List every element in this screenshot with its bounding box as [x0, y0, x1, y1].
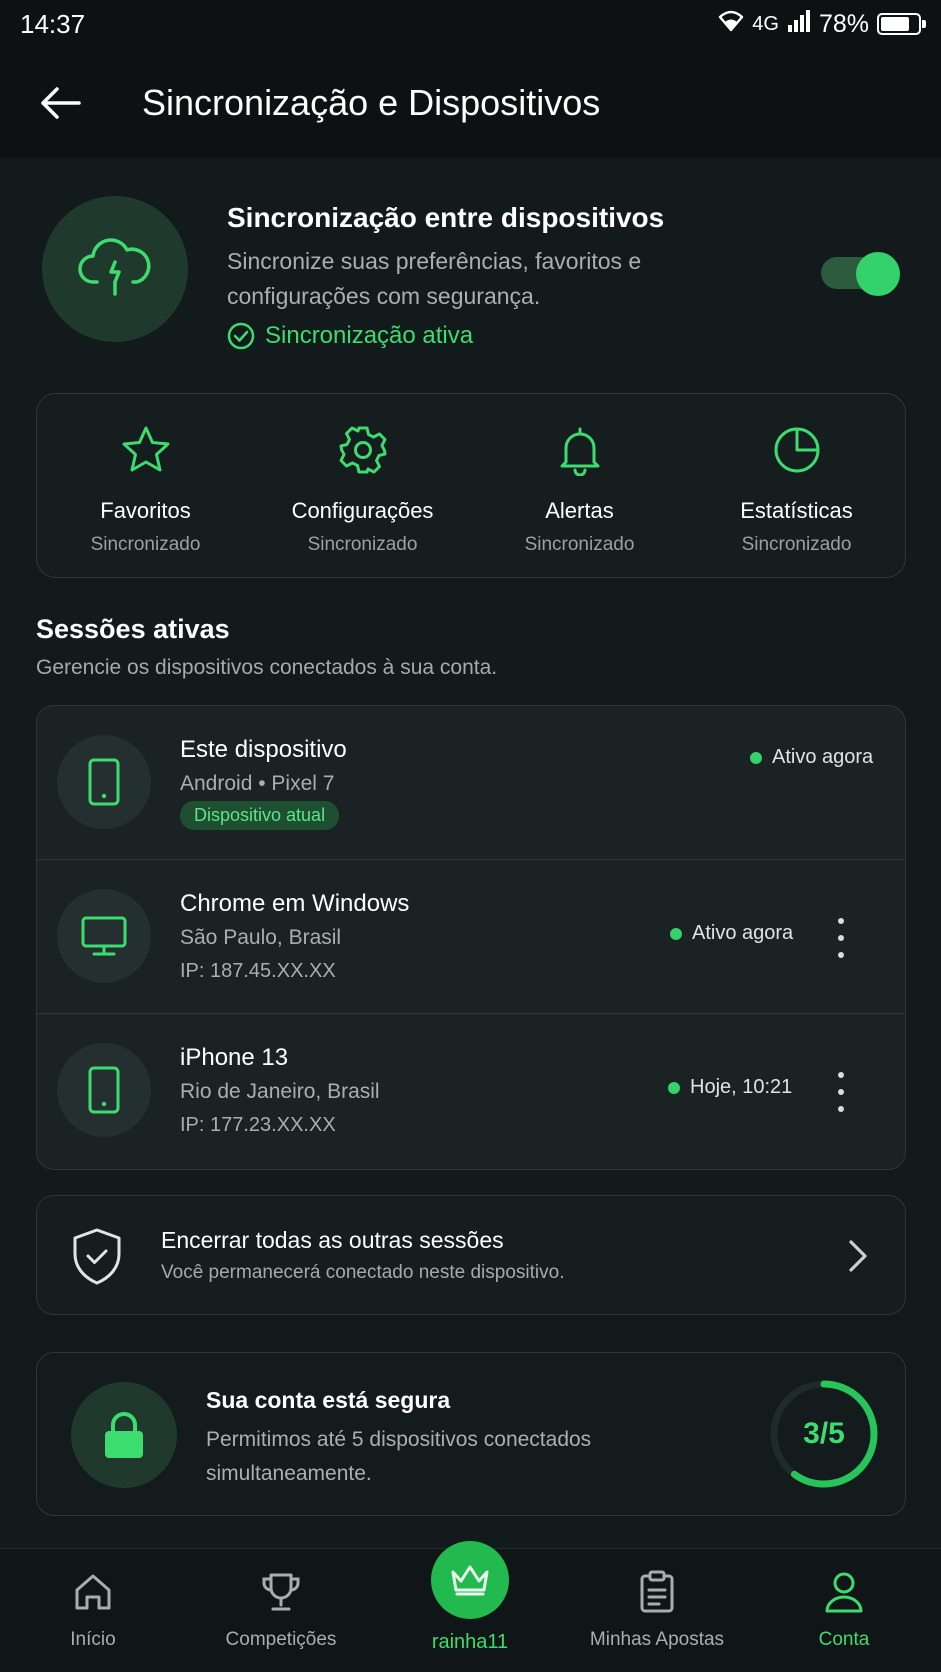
- chevron-right-icon: [849, 1240, 867, 1272]
- category-name: Configurações: [291, 498, 434, 523]
- device-name: Chrome em Windows: [180, 890, 410, 917]
- bottom-navigation: Início Competições rainha11 Minhas Apost…: [0, 1541, 941, 1672]
- clipboard-icon: [634, 1569, 680, 1615]
- toggle-knob: [856, 252, 900, 296]
- device-status-label: Ativo agora: [772, 746, 874, 768]
- wifi-icon: [718, 9, 744, 40]
- sync-title: Sincronização entre dispositivos: [227, 202, 665, 233]
- smartphone-icon: [88, 1066, 120, 1114]
- device-status: Hoje, 10:21: [668, 1076, 792, 1099]
- category-name: Alertas: [545, 498, 614, 523]
- sync-description: Sincronize suas preferências, favoritos …: [227, 248, 642, 309]
- current-device-badge: Dispositivo atual: [180, 801, 340, 830]
- security-title: Sua conta está segura: [206, 1387, 451, 1413]
- device-avatar: [57, 889, 151, 983]
- nav-item-conta[interactable]: Conta: [754, 1549, 934, 1672]
- end-other-sessions-button[interactable]: Encerrar todas as outras sessões Você pe…: [36, 1195, 906, 1315]
- device-name: Este dispositivo: [180, 736, 347, 763]
- device-name: iPhone 13: [180, 1044, 289, 1071]
- nav-label: Minhas Apostas: [589, 1629, 725, 1650]
- category-name: Favoritos: [100, 498, 191, 523]
- category-status: Sincronizado: [524, 534, 635, 555]
- device-status-label: Ativo agora: [692, 922, 794, 944]
- sessions-subtitle: Gerencie os dispositivos conectados à su…: [36, 656, 498, 679]
- shield-check-icon: [73, 1228, 121, 1285]
- category-alertas[interactable]: Alertas Sincronizado: [471, 394, 688, 577]
- category-status: Sincronizado: [307, 534, 418, 555]
- trophy-icon: [258, 1569, 304, 1615]
- device-ip: IP: 177.23.XX.XX: [180, 1114, 336, 1136]
- end-sessions-title: Encerrar todas as outras sessões: [161, 1227, 504, 1253]
- end-sessions-subtitle: Você permanecerá conectado neste disposi…: [161, 1262, 565, 1283]
- status-dot: [750, 751, 762, 764]
- sync-status: Sincronização ativa: [227, 322, 473, 350]
- monitor-icon: [81, 916, 127, 956]
- sync-toggle[interactable]: [821, 252, 901, 296]
- gear-icon: [335, 422, 391, 478]
- device-status: Ativo agora: [750, 746, 873, 769]
- device-detail: Android • Pixel 7: [180, 772, 335, 795]
- nav-label: Início: [70, 1629, 116, 1650]
- arrow-left-icon: [41, 87, 81, 119]
- status-bar: 14:37 4G 78%: [0, 0, 941, 48]
- back-button[interactable]: [30, 73, 90, 133]
- sync-categories-card: Favoritos Sincronizado Configurações Sin…: [36, 393, 906, 578]
- status-indicators: 4G 78%: [718, 9, 926, 40]
- crown-icon: [431, 1541, 509, 1619]
- smartphone-icon: [88, 758, 120, 806]
- check-circle-icon: [227, 322, 255, 350]
- star-icon: [118, 422, 174, 478]
- category-status: Sincronizado: [90, 534, 201, 555]
- security-description: Permitimos até 5 dispositivos conectados…: [206, 1428, 592, 1485]
- lock-icon: [71, 1382, 177, 1488]
- cloud-sync-icon: [42, 196, 188, 342]
- device-avatar: [57, 1043, 151, 1137]
- nav-item-rainha11[interactable]: rainha11: [430, 1541, 510, 1672]
- device-location: São Paulo, Brasil: [180, 926, 342, 949]
- session-row-iphone[interactable]: iPhone 13 Rio de Janeiro, Brasil IP: 177…: [37, 1014, 905, 1168]
- device-avatar: [57, 735, 151, 829]
- sessions-title: Sessões ativas: [36, 614, 230, 644]
- network-type: 4G: [752, 12, 779, 35]
- category-name: Estatísticas: [740, 498, 853, 523]
- account-security-card: Sua conta está segura Permitimos até 5 d…: [36, 1352, 906, 1516]
- status-dot: [670, 927, 682, 940]
- page-title: Sincronização e Dispositivos: [142, 82, 601, 123]
- battery-percent: 78%: [818, 9, 869, 38]
- category-estatisticas[interactable]: Estatísticas Sincronizado: [688, 394, 905, 577]
- sessions-list: Este dispositivo Android • Pixel 7 Dispo…: [36, 705, 906, 1170]
- nav-item-competicoes[interactable]: Competições: [191, 1549, 371, 1672]
- nav-item-minhas-apostas[interactable]: Minhas Apostas: [567, 1549, 747, 1672]
- nav-label: Competições: [225, 1629, 337, 1650]
- user-icon: [821, 1569, 867, 1615]
- nav-item-inicio[interactable]: Início: [3, 1549, 183, 1672]
- device-status: Ativo agora: [670, 922, 793, 945]
- session-row-this-device[interactable]: Este dispositivo Android • Pixel 7 Dispo…: [37, 706, 905, 860]
- category-status: Sincronizado: [741, 534, 852, 555]
- category-favoritos[interactable]: Favoritos Sincronizado: [37, 394, 254, 577]
- battery-icon: [877, 13, 926, 35]
- status-time: 14:37: [20, 8, 86, 39]
- device-ip: IP: 187.45.XX.XX: [180, 960, 336, 982]
- sync-status-label: Sincronização ativa: [265, 322, 474, 349]
- more-options-icon[interactable]: [831, 1072, 851, 1112]
- session-row-chrome-windows[interactable]: Chrome em Windows São Paulo, Brasil IP: …: [37, 860, 905, 1014]
- signal-icon: [787, 9, 811, 39]
- device-status-label: Hoje, 10:21: [690, 1076, 793, 1098]
- app-bar: Sincronização e Dispositivos: [0, 48, 941, 158]
- more-options-icon[interactable]: [831, 918, 851, 958]
- pie-chart-icon: [769, 422, 825, 478]
- nav-label: Conta: [818, 1629, 870, 1650]
- bell-icon: [552, 422, 608, 478]
- device-location: Rio de Janeiro, Brasil: [180, 1080, 380, 1103]
- category-configuracoes[interactable]: Configurações Sincronizado: [254, 394, 471, 577]
- device-usage-label: 3/5: [803, 1417, 845, 1450]
- home-icon: [70, 1569, 116, 1615]
- sync-section: Sincronização entre dispositivos Sincron…: [0, 158, 941, 378]
- nav-label: rainha11: [431, 1631, 509, 1653]
- status-dot: [668, 1081, 680, 1094]
- battery-fill: [881, 17, 910, 31]
